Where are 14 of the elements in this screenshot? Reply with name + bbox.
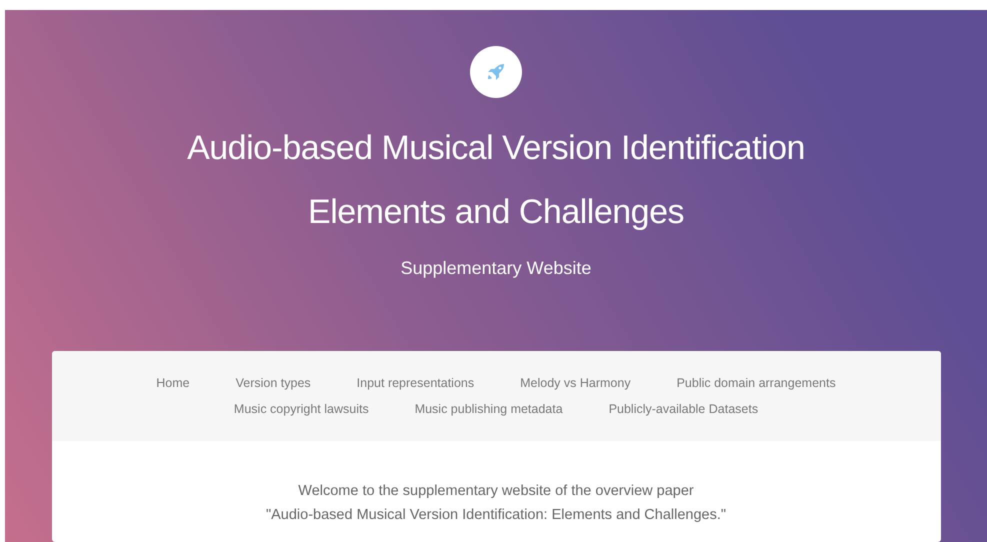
page-title: Audio-based Musical Version Identification [187, 128, 805, 169]
nav-link[interactable]: Home [156, 376, 190, 390]
nav-link[interactable]: Version types [236, 376, 311, 390]
nav-link[interactable]: Publicly-available Datasets [608, 402, 758, 416]
rocket-icon [486, 62, 506, 82]
page-title: Elements and Challenges [308, 192, 684, 233]
nav-link[interactable]: Music copyright lawsuits [234, 402, 369, 416]
intro-text: Welcome to the supplementary website of the overview paper [298, 483, 694, 499]
nav-link[interactable]: Input representations [356, 376, 474, 390]
intro-text: "Audio-based Musical Version Identification: Elements and Challenges." [266, 507, 726, 523]
nav-link[interactable]: Public domain arrangements [676, 376, 836, 390]
nav-link[interactable]: Music publishing metadata [414, 402, 563, 416]
page-subtitle: Supplementary Website [400, 258, 592, 279]
nav-link[interactable]: Melody vs Harmony [520, 376, 631, 390]
